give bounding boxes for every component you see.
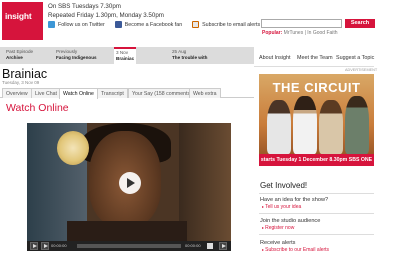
episode-label: Past Episode bbox=[6, 49, 34, 54]
divider bbox=[259, 193, 374, 194]
video-player[interactable] bbox=[27, 123, 231, 241]
page-date: Tuesday, 3 Nov 09 bbox=[2, 80, 40, 85]
episode-current[interactable]: 3 Nov Brainiac bbox=[114, 47, 137, 64]
alerts-prompt: Receive alerts bbox=[260, 240, 296, 246]
fullscreen-button[interactable] bbox=[219, 242, 227, 250]
ad-tagline-bar: starts Tuesday 1 December 8.30pm SBS ONE bbox=[259, 154, 374, 166]
play-pause-button[interactable] bbox=[30, 242, 38, 250]
tab-watch-online[interactable]: Watch Online bbox=[59, 88, 98, 99]
register-link[interactable]: Register now bbox=[262, 225, 294, 231]
ad-label: ADVERTISEMENT bbox=[345, 68, 378, 72]
ad-person bbox=[267, 100, 291, 154]
nav-team[interactable]: Meet the Team bbox=[297, 55, 333, 61]
facebook-icon bbox=[114, 21, 122, 28]
episode-previous[interactable]: Previously Facing Indigenous bbox=[56, 49, 97, 61]
popular-items[interactable]: MrTunes | In Good Faith bbox=[284, 30, 338, 36]
divider bbox=[259, 213, 374, 214]
video-controls: 00:00:00 00:00:00 bbox=[27, 241, 231, 251]
facebook-link[interactable]: Become a Facebook fan bbox=[125, 22, 182, 28]
stop-button[interactable] bbox=[41, 242, 49, 250]
popular-label: Popular: bbox=[262, 30, 283, 36]
search-button[interactable]: Search bbox=[345, 19, 375, 28]
search-input[interactable] bbox=[261, 19, 342, 28]
time-elapsed: 00:00:00 bbox=[51, 243, 67, 248]
progress-bar[interactable] bbox=[77, 244, 181, 248]
divider bbox=[259, 234, 374, 235]
twitter-icon bbox=[48, 21, 55, 28]
tab-your-say[interactable]: Your Say (158 comments) bbox=[128, 88, 196, 98]
episode-title: Archive bbox=[6, 54, 23, 60]
nav-about[interactable]: About Insight bbox=[259, 55, 290, 61]
volume-icon[interactable] bbox=[207, 243, 213, 249]
twitter-link[interactable]: Follow us on Twitter bbox=[58, 22, 105, 28]
nav-divider bbox=[254, 66, 374, 67]
ad-title: THE CIRCUIT bbox=[272, 80, 361, 95]
email-icon bbox=[192, 21, 200, 28]
tab-live-chat[interactable]: Live Chat bbox=[31, 88, 61, 98]
email-alerts-link[interactable]: Subscribe to email alerts bbox=[202, 22, 260, 28]
ad-tagline: starts Tuesday 1 December 8.30pm SBS ONE bbox=[260, 157, 373, 163]
episode-title: Facing Indigenous bbox=[56, 54, 97, 60]
episode-archive[interactable]: Past Episode Archive bbox=[6, 49, 33, 61]
page-title: Brainiac bbox=[2, 67, 48, 81]
episode-strip: Past Episode Archive Previously Facing I… bbox=[0, 47, 254, 64]
tab-bar: Overview Live Chat Watch Online Transcri… bbox=[0, 88, 254, 99]
popular-links: Popular: MrTunes | In Good Faith bbox=[262, 30, 338, 36]
airtime-primary: On SBS Tuesdays 7.30pm bbox=[48, 3, 121, 10]
get-involved-heading: Get Involved! bbox=[260, 181, 308, 190]
tell-us-idea-link[interactable]: Tell us your idea bbox=[262, 204, 301, 210]
video-frame-clothing bbox=[67, 221, 187, 241]
email-alerts-subscribe-link[interactable]: Subscribe to our Email alerts bbox=[262, 247, 329, 253]
logo-text: insight bbox=[5, 11, 32, 21]
video-frame-flower bbox=[57, 131, 89, 165]
audience-prompt: Join the studio audience bbox=[260, 218, 321, 224]
episode-title: Brainiac bbox=[116, 55, 135, 61]
airtime-repeat: Repeated Friday 1.30pm, Monday 3.50pm bbox=[48, 11, 164, 19]
nav-suggest[interactable]: Suggest a Topic bbox=[336, 55, 374, 61]
the-circuit-ad[interactable]: THE CIRCUIT starts Tuesday 1 December 8.… bbox=[259, 74, 374, 166]
ad-person bbox=[319, 100, 343, 154]
tab-web-extra[interactable]: Web extra bbox=[189, 88, 221, 98]
airtimes: On SBS Tuesdays 7.30pm Repeated Friday 1… bbox=[48, 3, 164, 20]
tab-overview[interactable]: Overview bbox=[2, 88, 32, 98]
insight-logo[interactable]: insight bbox=[2, 2, 43, 40]
section-title: Watch Online bbox=[6, 102, 69, 114]
time-total: 00:00:00 bbox=[185, 243, 201, 248]
episode-next[interactable]: 25 Aug The trouble with bbox=[172, 49, 207, 61]
ad-person bbox=[293, 96, 317, 154]
idea-prompt: Have an idea for the show? bbox=[260, 197, 329, 203]
ad-person bbox=[345, 96, 369, 154]
social-links: Follow us on Twitter Become a Facebook f… bbox=[48, 21, 260, 28]
play-icon[interactable] bbox=[119, 172, 141, 194]
episode-title: The trouble with bbox=[172, 54, 208, 60]
tab-transcript[interactable]: Transcript bbox=[97, 88, 128, 98]
